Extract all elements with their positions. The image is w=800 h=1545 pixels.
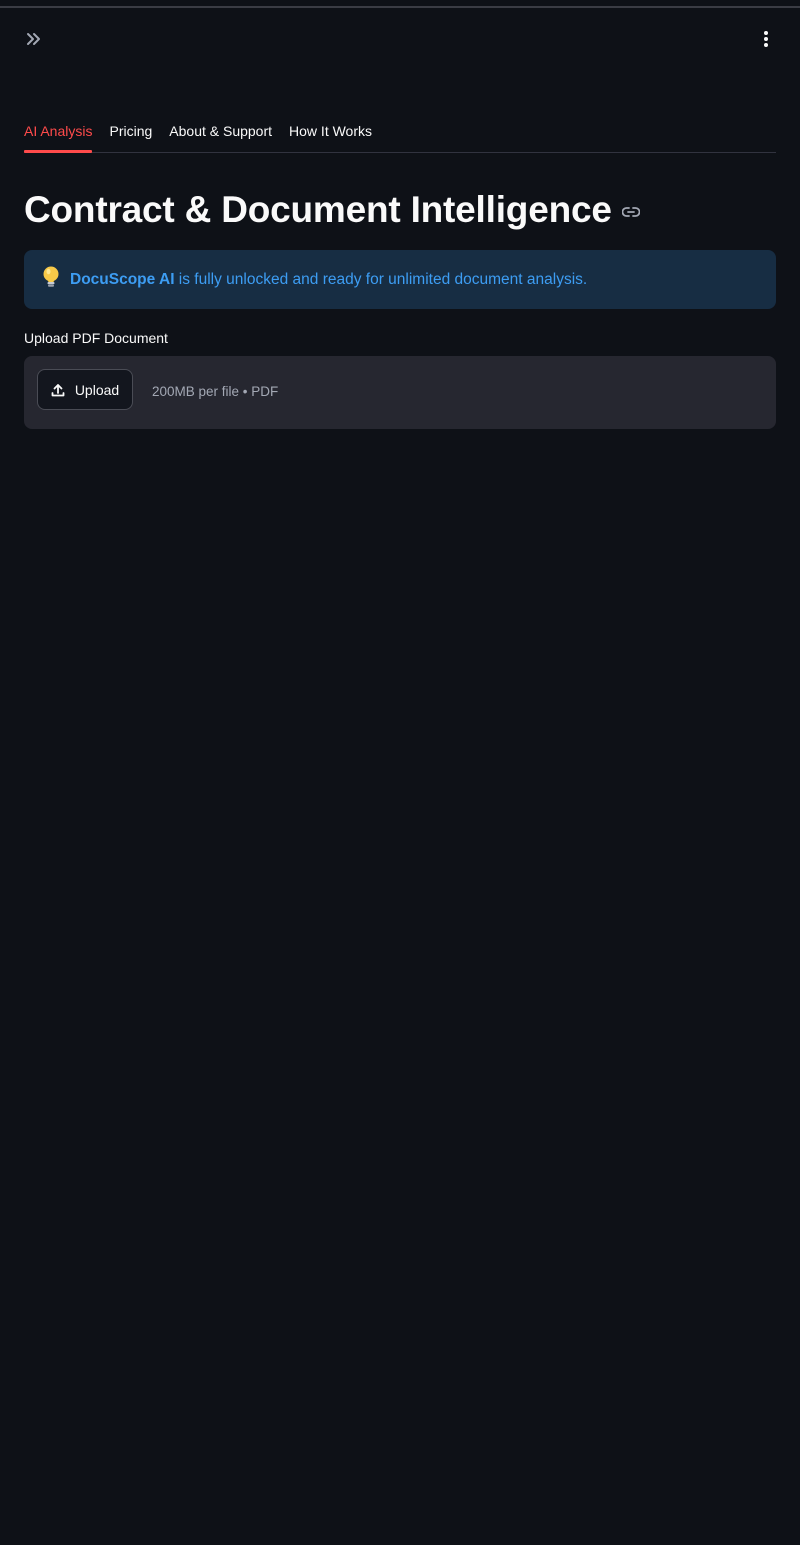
vertical-dots-icon	[764, 31, 768, 47]
expand-sidebar-button[interactable]	[22, 28, 46, 50]
upload-icon	[51, 383, 65, 396]
upload-button[interactable]: Upload	[37, 369, 133, 410]
tab-bar: AI Analysis Pricing About & Support How …	[24, 110, 776, 153]
tab-about-support[interactable]: About & Support	[169, 110, 272, 152]
info-message: DocuScope AI is fully unlocked and ready…	[70, 271, 587, 289]
page-title: Contract & Document Intelligence	[24, 189, 612, 230]
tab-how-it-works[interactable]: How It Works	[289, 110, 372, 152]
tab-pricing[interactable]: Pricing	[109, 110, 152, 152]
lightbulb-icon	[40, 265, 62, 294]
double-chevron-right-icon	[27, 33, 40, 45]
info-message-text: is fully unlocked and ready for unlimite…	[174, 270, 588, 288]
main-menu-button[interactable]	[754, 28, 778, 50]
link-icon[interactable]	[621, 207, 640, 217]
upload-label: Upload PDF Document	[24, 330, 168, 346]
upload-hint: 200MB per file • PDF	[152, 384, 279, 399]
upload-button-label: Upload	[74, 381, 120, 398]
title-row: Contract & Document Intelligence	[24, 184, 640, 236]
file-dropzone[interactable]: Upload 200MB per file • PDF	[24, 356, 776, 429]
info-brand: DocuScope AI	[70, 270, 175, 288]
top-bar	[0, 8, 800, 68]
tab-ai-analysis[interactable]: AI Analysis	[24, 110, 93, 153]
info-alert: DocuScope AI is fully unlocked and ready…	[24, 250, 776, 309]
